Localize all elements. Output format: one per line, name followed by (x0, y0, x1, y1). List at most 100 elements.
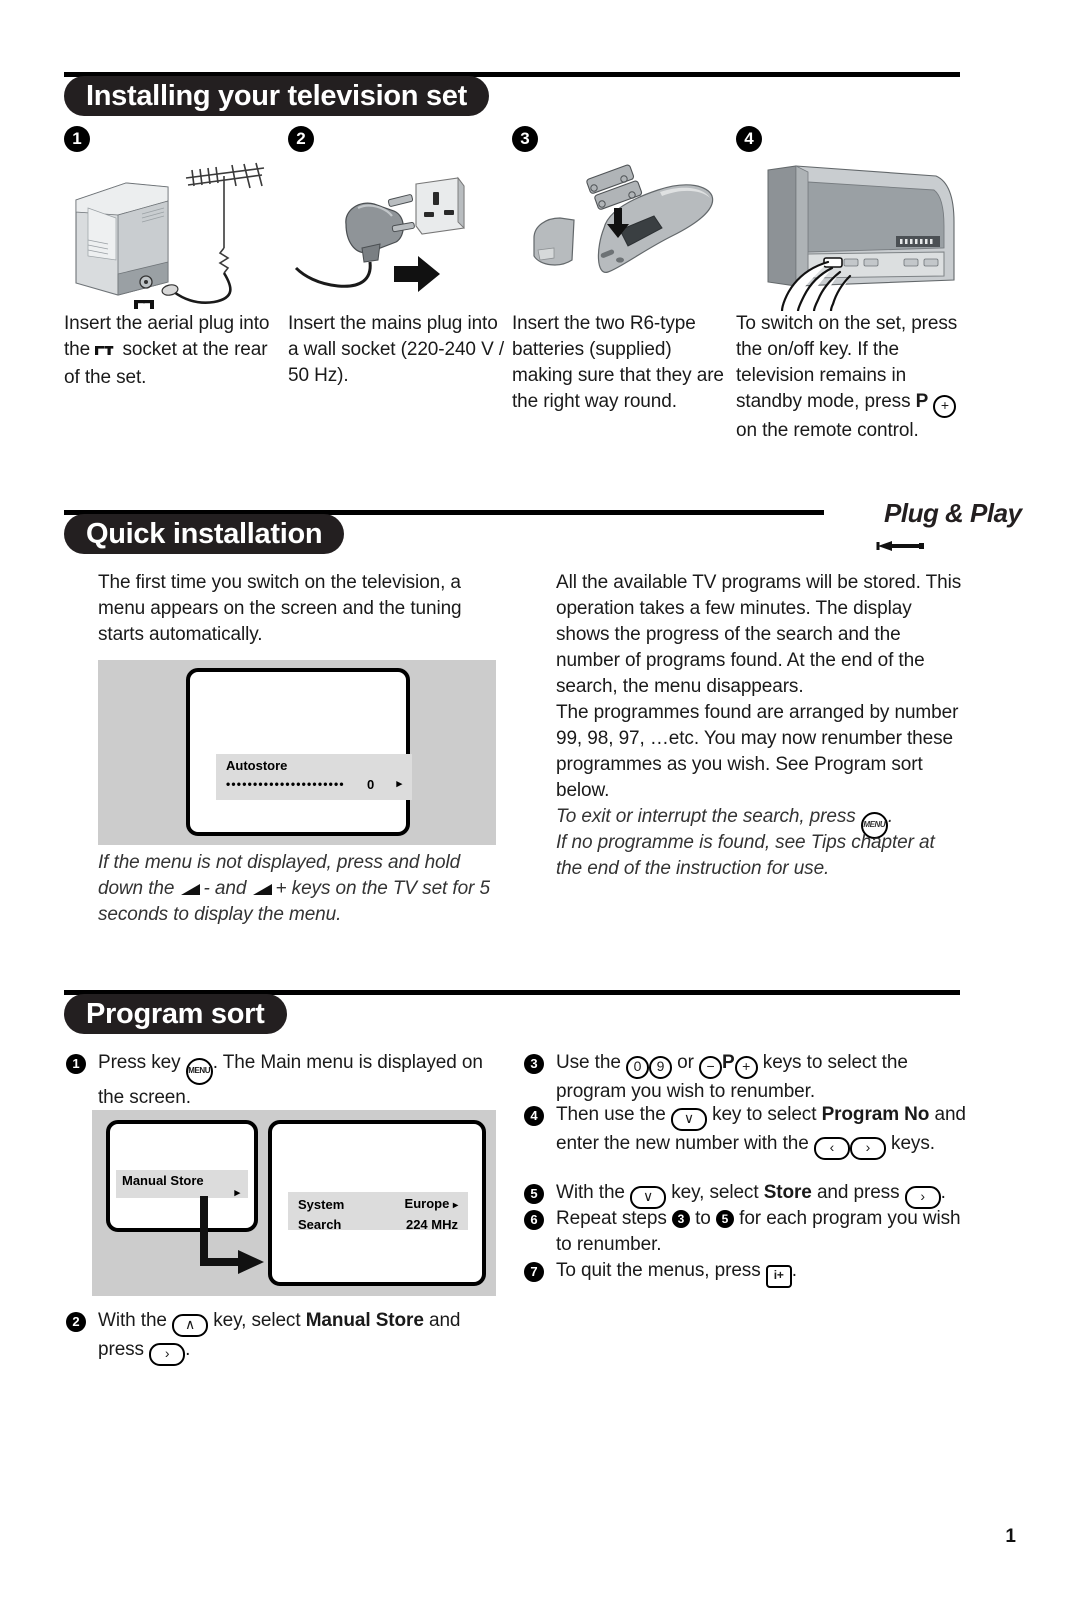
quick-install-left-paragraph: The first time you switch on the televis… (98, 572, 462, 645)
step-number-badge: 2 (288, 126, 314, 152)
volume-up-icon (252, 878, 276, 899)
program-sort-step-3: 3 Use the 09 or − P + keys to select the p… (524, 1050, 964, 1105)
osd-row-value-wrap: Europe ▸ (405, 1194, 458, 1215)
step-text-part2: key to select (706, 1104, 822, 1125)
autostore-arrow-icon: ▸ (396, 778, 402, 790)
volume-down-icon (180, 878, 204, 899)
step-number-wrap: 2 (288, 126, 512, 156)
cursor-left-key-button[interactable]: ‹ (813, 1137, 850, 1160)
step-text-part1: With the (98, 1310, 173, 1331)
autostore-osd-bar: Autostore •••••••••••••••••••••• 0 ▸ (216, 754, 412, 800)
key-plus-button[interactable]: + (933, 395, 957, 418)
cursor-up-key-button[interactable]: ∧ (172, 1314, 209, 1337)
section-title-program-sort: Program sort (64, 994, 287, 1034)
program-sort-step-4: 4 Then use the ∨ key to select Program N… (524, 1102, 970, 1160)
cursor-right-key-button[interactable]: › (149, 1343, 186, 1366)
install-step-4: 4 To switch on the set, press the on/off… (736, 126, 962, 444)
step-number-badge: 4 (736, 126, 762, 152)
info-key-button[interactable]: i+ (765, 1265, 792, 1288)
section-title-quick-installation: Quick installation (64, 514, 345, 554)
autostore-label: Autostore (226, 758, 288, 773)
page-number: 1 (1005, 1526, 1016, 1547)
step-text-part1: Press key (98, 1052, 186, 1073)
digit-0-key-button[interactable]: 0 (625, 1056, 649, 1079)
manual-page: Installing your television set 1 Insert … (0, 0, 1080, 1620)
step-text-part2: or (671, 1052, 700, 1073)
install-caption-4: To switch on the set, press the on/off k… (736, 311, 962, 444)
step-number-badge: 2 (66, 1312, 86, 1332)
step-text-part2: key, select (208, 1310, 306, 1331)
osd-row-label: Search (298, 1217, 342, 1232)
remote-control-batteries-illustration (512, 156, 736, 311)
step-number-badge: 6 (524, 1210, 544, 1230)
note-text-part2: . (887, 806, 894, 827)
step-number-badge: 1 (64, 126, 90, 152)
install-caption-2: Insert the mains plug into a wall socket… (288, 313, 505, 386)
autostore-progress-row: •••••••••••••••••••••• 0 ▸ (216, 773, 412, 794)
key-p-label: P (915, 391, 929, 412)
mains-plug-wall-socket-illustration (288, 156, 512, 311)
key-p-label: P (722, 1052, 735, 1073)
autostore-progress-dots: •••••••••••••••••••••• (226, 777, 345, 791)
osd-row-value: 224 MHz (405, 1217, 458, 1232)
step-text-part2: to (689, 1208, 716, 1229)
program-sort-step-6: 6 Repeat steps 3 to 5 for each program y… (524, 1206, 970, 1258)
step-text-part3: and press (811, 1182, 905, 1203)
step-number-wrap: 1 (64, 126, 288, 156)
menu-key-button[interactable]: MENU (185, 1058, 213, 1085)
cursor-right-key-button[interactable]: › (849, 1137, 886, 1160)
step-text-part2: key, select (666, 1182, 764, 1203)
menu-item-bold: Program No (821, 1104, 930, 1125)
program-sort-step-2: 2 With the ∧ key, select Manual Store an… (66, 1308, 498, 1366)
program-sort-step-1: 1 Press key MENU. The Main menu is displ… (66, 1050, 498, 1111)
plug-and-play-wordmark: Plug & Play (884, 498, 1022, 528)
step-text-part2: . (791, 1260, 797, 1281)
program-minus-key-button[interactable]: − (699, 1056, 723, 1079)
step-number-badge: 3 (524, 1054, 544, 1074)
step-number-badge: 5 (524, 1184, 544, 1204)
tv-screen-bezel (186, 668, 410, 836)
step-number-wrap: 3 (512, 126, 736, 156)
step-text-part1: With the (556, 1182, 631, 1203)
step-number-wrap: 4 (736, 126, 962, 156)
step-ref-from-badge: 3 (671, 1210, 690, 1228)
menu-item-bold: Manual Store (305, 1310, 424, 1331)
step-ref-to-badge: 5 (715, 1210, 734, 1228)
tv-with-aerial-illustration (64, 156, 288, 311)
cursor-down-key-button[interactable]: ∨ (670, 1108, 707, 1131)
osd-row-system: System Europe ▸ (288, 1192, 468, 1215)
osd-row-value: Europe (404, 1196, 450, 1211)
step-text-part1: Then use the (556, 1104, 671, 1125)
step-text-part1: Use the (556, 1052, 626, 1073)
menu-item-bold: Store (763, 1182, 812, 1203)
osd-row-label: System (298, 1197, 345, 1212)
aerial-socket-symbol-icon (95, 339, 117, 365)
quick-install-right-paragraph-2: The programmes found are arranged by num… (556, 702, 959, 801)
caption-text-part2: on the remote control. (736, 420, 919, 441)
program-sort-step-7: 7 To quit the menus, press i+. (524, 1258, 970, 1288)
hand-pressing-tv-onoff-illustration (736, 156, 962, 313)
step-number-badge: 4 (524, 1106, 544, 1126)
note-text-part2: and (209, 878, 252, 899)
step-text-part1: Repeat steps (556, 1208, 672, 1229)
osd-row-arrow-icon: ▸ (452, 1200, 458, 1211)
plug-and-play-logo: Plug & Play (876, 498, 1022, 560)
manual-store-settings-osd-bar: System Europe ▸ Search 224 MHz (288, 1192, 468, 1232)
install-step-1: 1 Insert the aerial plug into the socket… (64, 126, 288, 391)
section-header-installing: Installing your television set (64, 70, 960, 116)
step-text-part4: keys. (885, 1133, 935, 1154)
section-header-program-sort: Program sort (64, 988, 960, 1034)
digit-9-key-button[interactable]: 9 (648, 1056, 672, 1079)
quick-install-right-note-2: If no programme is found, see Tips chapt… (556, 832, 935, 879)
program-plus-key-button[interactable]: + (734, 1056, 758, 1079)
step-number-badge: 7 (524, 1262, 544, 1282)
note-text-part1: To exit or interrupt the search, press (556, 806, 861, 827)
install-caption-1: Insert the aerial plug into the socket a… (64, 311, 288, 391)
step-number-badge: 3 (512, 126, 538, 152)
manual-store-osd-bar: Manual Store ▸ (116, 1170, 248, 1199)
step-number-badge: 1 (66, 1054, 86, 1074)
autostore-screen-mock: Autostore •••••••••••••••••••••• 0 ▸ (98, 660, 496, 845)
install-step-3: 3 Insert the two R6-type batteries (supp… (512, 126, 736, 415)
osd-row-search: Search 224 MHz (288, 1215, 468, 1234)
section-title-installing: Installing your television set (64, 76, 489, 116)
